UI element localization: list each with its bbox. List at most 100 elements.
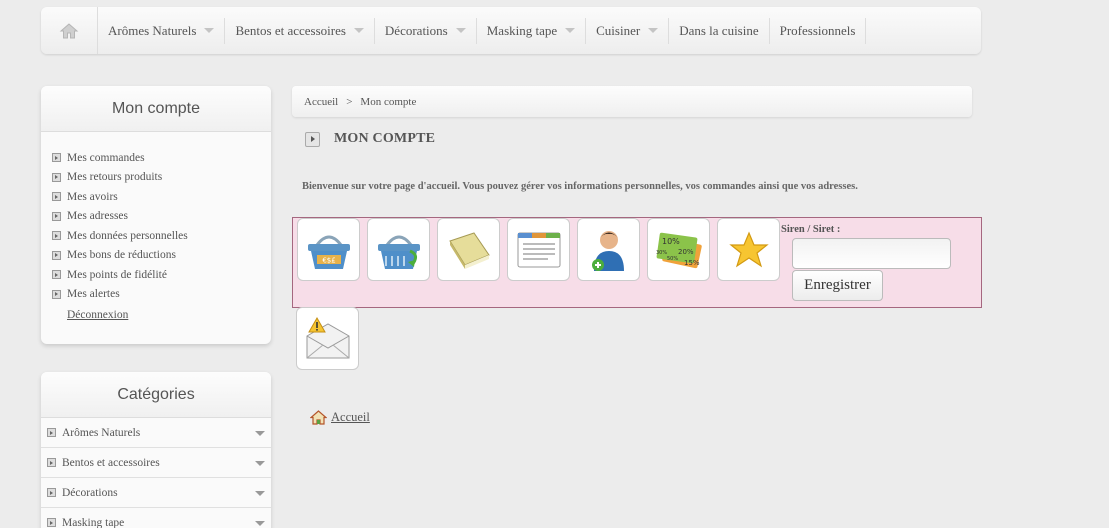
expand-icon[interactable] xyxy=(255,431,265,436)
arrow-bullet-icon xyxy=(47,488,56,497)
footer-home-link[interactable]: Accueil xyxy=(310,410,370,425)
top-navigation: Arômes Naturels Bentos et accessoires Dé… xyxy=(41,7,981,54)
svg-text:50%: 50% xyxy=(667,256,678,262)
nav-item-label: Professionnels xyxy=(779,22,856,38)
account-link-addresses[interactable]: Mes adresses xyxy=(52,207,271,227)
nav-item-dans-la-cuisine[interactable]: Dans la cuisine xyxy=(669,17,770,44)
page-title-row: MON COMPTE xyxy=(305,131,435,147)
expand-icon[interactable] xyxy=(255,491,265,496)
svg-text:20%: 20% xyxy=(678,248,694,256)
book-icon xyxy=(448,231,490,269)
account-link-label: Mes alertes xyxy=(67,288,120,301)
save-button[interactable]: Enregistrer xyxy=(792,270,883,301)
account-link-orders[interactable]: Mes commandes xyxy=(52,148,271,168)
nav-item-label: Masking tape xyxy=(486,22,558,38)
account-block: Mon compte Mes commandes Mes retours pro… xyxy=(41,86,271,344)
chevron-down-icon xyxy=(353,28,364,33)
logout-link[interactable]: Déconnexion xyxy=(41,304,271,321)
account-link-returns[interactable]: Mes retours produits xyxy=(52,168,271,188)
nav-item-label: Bentos et accessoires xyxy=(235,22,346,38)
arrow-bullet-icon xyxy=(52,270,61,280)
account-link-alerts[interactable]: Mes alertes xyxy=(52,285,271,305)
chevron-down-icon xyxy=(648,28,659,33)
account-link-vouchers[interactable]: Mes bons de réductions xyxy=(52,246,271,266)
account-link-label: Mes points de fidélité xyxy=(67,268,167,281)
breadcrumb-home[interactable]: Accueil xyxy=(304,96,338,108)
home-icon xyxy=(59,22,79,38)
nav-item-aromes[interactable]: Arômes Naturels xyxy=(98,17,226,44)
nav-item-masking-tape[interactable]: Masking tape xyxy=(477,17,587,44)
address-card-icon xyxy=(517,232,560,267)
welcome-text: Bienvenue sur votre page d'accueil. Vous… xyxy=(302,181,858,192)
categories-block: Catégories Arômes Naturels Bentos et acc… xyxy=(41,372,271,528)
alert-mail-icon xyxy=(306,316,349,358)
arrow-bullet-icon xyxy=(47,428,56,437)
alerts-tile[interactable] xyxy=(296,307,359,370)
arrow-bullet-icon xyxy=(52,153,61,163)
personal-info-tile[interactable] xyxy=(577,218,640,281)
account-icon-panel: €$£ 10% 20% 30% 50% 15% Siren / Siret: … xyxy=(292,217,982,308)
account-link-label: Mes commandes xyxy=(67,151,145,164)
arrow-bullet-icon xyxy=(52,192,61,202)
breadcrumb-separator: > xyxy=(346,95,353,108)
breadcrumb-current: Mon compte xyxy=(360,95,417,108)
nav-item-decorations[interactable]: Décorations xyxy=(375,17,477,44)
category-label: Bentos et accessoires xyxy=(62,456,160,469)
category-item-decorations[interactable]: Décorations xyxy=(41,478,271,508)
credit-slips-tile[interactable] xyxy=(437,218,500,281)
star-icon xyxy=(728,230,769,267)
category-label: Décorations xyxy=(62,486,118,499)
nav-item-bentos[interactable]: Bentos et accessoires xyxy=(225,17,375,44)
expand-icon[interactable] xyxy=(255,521,265,526)
nav-item-label: Dans la cuisine xyxy=(679,22,759,38)
nav-item-cuisiner[interactable]: Cuisiner xyxy=(586,17,670,44)
svg-text:30%: 30% xyxy=(656,250,667,256)
arrow-bullet-icon xyxy=(305,131,320,147)
chevron-down-icon xyxy=(565,28,576,33)
siren-label: Siren / Siret : xyxy=(781,224,841,235)
categories-block-title: Catégories xyxy=(41,372,271,418)
arrow-bullet-icon xyxy=(52,250,61,260)
returns-tile[interactable] xyxy=(367,218,430,281)
category-item-masking-tape[interactable]: Masking tape xyxy=(41,508,271,528)
user-add-icon xyxy=(591,230,624,271)
category-item-aromes[interactable]: Arômes Naturels xyxy=(41,418,271,448)
chevron-down-icon xyxy=(204,28,215,33)
account-link-loyalty[interactable]: Mes points de fidélité xyxy=(52,265,271,285)
addresses-tile[interactable] xyxy=(507,218,570,281)
chevron-down-icon xyxy=(455,28,466,33)
expand-icon[interactable] xyxy=(255,461,265,466)
nav-item-professionnels[interactable]: Professionnels xyxy=(770,17,867,44)
account-link-personal-info[interactable]: Mes données personnelles xyxy=(52,226,271,246)
account-link-label: Mes adresses xyxy=(67,210,128,223)
home-icon xyxy=(310,410,327,425)
svg-text:15%: 15% xyxy=(684,259,700,267)
svg-text:10%: 10% xyxy=(662,237,680,246)
arrow-bullet-icon xyxy=(52,231,61,241)
arrow-bullet-icon xyxy=(52,289,61,299)
arrow-bullet-icon xyxy=(47,458,56,467)
breadcrumb: Accueil > Mon compte xyxy=(292,86,972,117)
category-item-bentos[interactable]: Bentos et accessoires xyxy=(41,448,271,478)
arrow-bullet-icon xyxy=(52,172,61,182)
basket-return-icon xyxy=(377,235,420,269)
vouchers-tile[interactable]: 10% 20% 30% 50% 15% xyxy=(647,218,710,281)
discount-tags-icon: 10% 20% 30% 50% 15% xyxy=(656,232,702,268)
category-label: Masking tape xyxy=(62,516,125,528)
loyalty-tile[interactable] xyxy=(717,218,780,281)
nav-home-link[interactable] xyxy=(41,7,98,54)
category-label: Arômes Naturels xyxy=(62,426,141,439)
nav-item-label: Décorations xyxy=(384,22,448,38)
page-title: MON COMPTE xyxy=(334,131,436,146)
svg-text:€$£: €$£ xyxy=(322,256,335,264)
nav-item-label: Arômes Naturels xyxy=(108,22,197,38)
account-link-label: Mes bons de réductions xyxy=(67,249,176,262)
account-link-credit-slips[interactable]: Mes avoirs xyxy=(52,187,271,207)
account-link-label: Mes données personnelles xyxy=(67,229,188,242)
account-block-title: Mon compte xyxy=(41,86,271,132)
account-links: Mes commandes Mes retours produits Mes a… xyxy=(41,132,271,304)
siren-input[interactable] xyxy=(792,238,951,269)
orders-tile[interactable]: €$£ xyxy=(297,218,360,281)
arrow-bullet-icon xyxy=(47,518,56,527)
arrow-bullet-icon xyxy=(52,211,61,221)
